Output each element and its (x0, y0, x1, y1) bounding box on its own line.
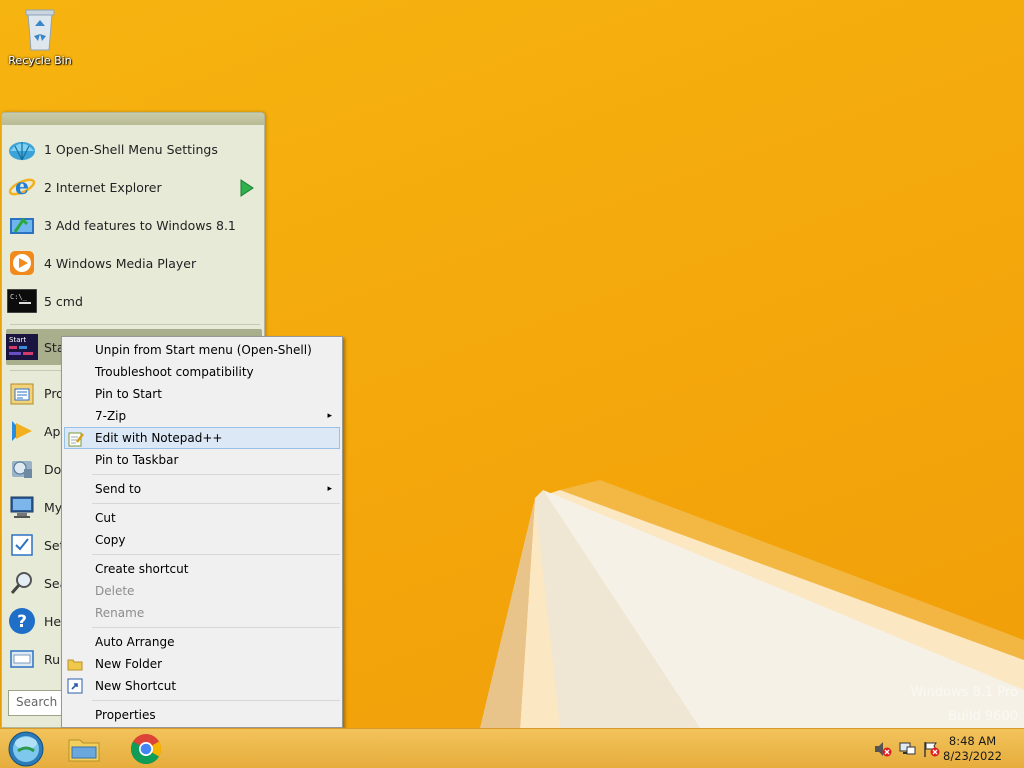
search-placeholder: Search (16, 695, 58, 709)
cmd-icon: C:\_ (7, 289, 37, 313)
ctx-separator (92, 503, 340, 504)
pinned-item-label: 4 Windows Media Player (44, 255, 197, 271)
clock-time: 8:48 AM (948, 734, 997, 748)
ctx-item-label: 7-Zip (95, 409, 127, 423)
pinned-item-label: 5 cmd (44, 293, 83, 309)
ctx-item-label: Delete (95, 584, 135, 598)
ctx-item-label: Edit with Notepad++ (95, 431, 223, 445)
pinned-item-label: 2 Internet Explorer (44, 179, 162, 195)
pinned-item-cmd[interactable]: C:\_ 5 cmd (6, 283, 262, 319)
ctx-new-folder[interactable]: New Folder (64, 653, 340, 675)
network-icon[interactable] (898, 741, 916, 757)
computer-icon (10, 496, 34, 518)
ctx-item-label: Pin to Start (95, 387, 162, 401)
ctx-item-label: Rename (95, 606, 145, 620)
start-shortcut-icon: Start (6, 334, 38, 360)
ctx-separator (92, 627, 340, 628)
submenu-arrow-icon: ▸ (327, 411, 332, 421)
svg-text:C:\_: C:\_ (10, 293, 28, 301)
ctx-troubleshoot-compatibility[interactable]: Troubleshoot compatibility (64, 361, 340, 383)
internet-explorer-icon: e (8, 174, 36, 200)
ctx-rename: Rename (64, 602, 340, 624)
svg-text:?: ? (17, 612, 27, 632)
system-clock[interactable]: 8:48 AM 8/23/2022 (943, 734, 1002, 764)
ctx-pin-to-start[interactable]: Pin to Start (64, 383, 340, 405)
programs-icon (10, 383, 34, 405)
start-shortcut-icon-text: Start (9, 336, 26, 344)
ctx-cut[interactable]: Cut (64, 507, 340, 529)
start-menu-header (2, 113, 264, 125)
ctx-item-label: Troubleshoot compatibility (95, 365, 254, 379)
settings-icon (11, 534, 33, 556)
ctx-delete: Delete (64, 580, 340, 602)
recycle-bin-label: Recycle Bin (8, 54, 72, 67)
chrome-icon (130, 734, 162, 765)
start-menu-separator (10, 324, 260, 325)
ctx-separator (92, 474, 340, 475)
search-icon (10, 572, 32, 594)
folder-icon (68, 739, 100, 762)
apps-icon (12, 421, 32, 441)
documents-icon (12, 461, 32, 478)
recycle-bin-icon (25, 9, 55, 51)
ctx-item-label: Cut (95, 511, 116, 525)
taskbar: 8:48 AM 8/23/2022 (0, 728, 1024, 768)
ctx-create-shortcut[interactable]: Create shortcut (64, 558, 340, 580)
ctx-properties[interactable]: Properties (64, 704, 340, 726)
pinned-item-add-features[interactable]: 3 Add features to Windows 8.1 (6, 207, 262, 243)
menu-item-label: Do (44, 461, 62, 477)
ctx-auto-arrange[interactable]: Auto Arrange (64, 631, 340, 653)
menu-item-label: My (44, 499, 63, 515)
menu-item-label: He (44, 613, 62, 629)
volume-muted-icon[interactable] (874, 741, 892, 757)
pinned-item-internet-explorer[interactable]: e 2 Internet Explorer (6, 169, 262, 205)
pinned-item-open-shell-settings[interactable]: 1 Open-Shell Menu Settings (6, 131, 262, 167)
clock-date: 8/23/2022 (943, 749, 1002, 763)
ctx-item-label: Properties (95, 708, 156, 722)
ctx-item-label: New Shortcut (95, 679, 177, 693)
ctx-copy[interactable]: Copy (64, 529, 340, 551)
ctx-send-to[interactable]: Send to ▸ (64, 478, 340, 500)
pinned-item-windows-media-player[interactable]: 4 Windows Media Player (6, 245, 262, 281)
recycle-bin[interactable]: Recycle Bin (4, 6, 76, 67)
ctx-new-shortcut[interactable]: New Shortcut (64, 675, 340, 697)
menu-item-label: Ap (44, 423, 61, 439)
ctx-separator (92, 700, 340, 701)
ctx-item-label: New Folder (95, 657, 163, 671)
chrome-button[interactable] (126, 731, 166, 767)
ctx-separator (92, 554, 340, 555)
start-orb-icon (8, 731, 44, 767)
context-menu: Unpin from Start menu (Open-Shell) Troub… (61, 336, 343, 728)
ctx-7-zip[interactable]: 7-Zip ▸ (64, 405, 340, 427)
pinned-item-label: 1 Open-Shell Menu Settings (44, 141, 218, 157)
ctx-item-label: Unpin from Start menu (Open-Shell) (95, 343, 312, 357)
start-orb-button[interactable] (6, 731, 46, 767)
pinned-item-label: 3 Add features to Windows 8.1 (44, 217, 236, 233)
play-arrow-icon[interactable] (240, 179, 254, 197)
ctx-item-label: Auto Arrange (95, 635, 175, 649)
notepad-plus-plus-icon (68, 432, 84, 447)
ctx-item-label: Pin to Taskbar (95, 453, 179, 467)
help-icon: ? (9, 608, 35, 634)
menu-item-label: Ru (44, 651, 61, 667)
ctx-item-label: Create shortcut (95, 562, 189, 576)
ctx-unpin-from-start-menu[interactable]: Unpin from Start menu (Open-Shell) (64, 339, 340, 361)
media-player-icon (10, 251, 34, 275)
ctx-edit-with-notepad-plus-plus[interactable]: Edit with Notepad++ (64, 427, 340, 449)
svg-text:e: e (15, 174, 29, 200)
ctx-item-label: Copy (95, 533, 126, 547)
add-features-icon (10, 217, 34, 234)
open-shell-icon (9, 142, 35, 161)
windows-edition-watermark: Windows 8.1 Pro (910, 685, 1018, 700)
submenu-arrow-icon: ▸ (327, 484, 332, 494)
run-icon (10, 650, 34, 668)
shortcut-icon (67, 678, 83, 694)
file-explorer-button[interactable] (64, 731, 104, 767)
action-center-flag-icon[interactable] (922, 741, 940, 757)
ctx-pin-to-taskbar[interactable]: Pin to Taskbar (64, 449, 340, 471)
windows-build-watermark: Build 9600 (948, 709, 1018, 724)
folder-icon (67, 659, 83, 671)
ctx-item-label: Send to (95, 482, 142, 496)
